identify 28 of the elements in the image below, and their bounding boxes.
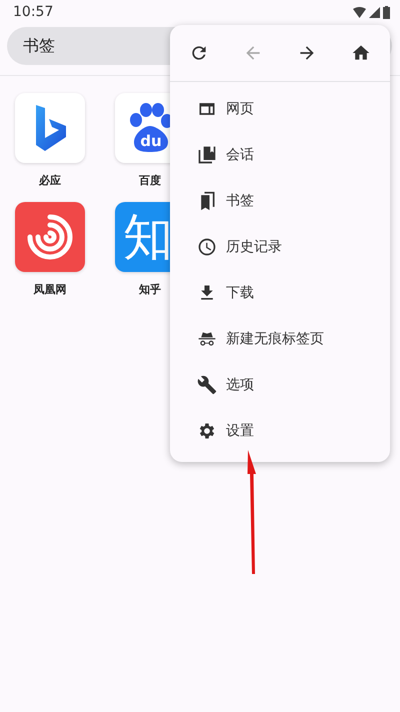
menu-item[interactable]: 设置	[170, 408, 390, 454]
shortcut-label: 知乎	[139, 282, 161, 297]
clock-icon	[197, 237, 217, 257]
signal-icon	[369, 6, 380, 18]
menu-item[interactable]: 选项	[170, 362, 390, 408]
logo-text: 知	[123, 206, 173, 268]
settings-icon	[197, 421, 217, 441]
menu-item-label: 新建无痕标签页	[226, 330, 324, 348]
battery-icon	[383, 6, 390, 18]
menu-item-label: 历史记录	[226, 238, 282, 256]
menu-item-label: 下载	[226, 284, 254, 302]
menu-item-label: 会话	[226, 146, 254, 164]
wrench-icon	[197, 375, 217, 395]
swirl-logo[interactable]	[15, 202, 85, 272]
logo-text: du	[140, 132, 162, 150]
sessions-icon	[197, 145, 217, 165]
menu-item-label: 选项	[226, 376, 254, 394]
menu-item-label: 网页	[226, 100, 254, 118]
menu-item[interactable]: 新建无痕标签页	[170, 316, 390, 362]
bing-logo[interactable]	[15, 93, 85, 163]
wifi-icon	[353, 6, 366, 18]
shortcut-label: 凤凰网	[34, 282, 66, 297]
menu-item-label: 书签	[226, 192, 254, 210]
shortcut-label: 必应	[39, 173, 61, 188]
menu-item[interactable]: 下载	[170, 270, 390, 316]
menu-item-label: 设置	[226, 422, 254, 440]
status-time: 10:57	[13, 4, 54, 20]
shortcut-label: 百度	[139, 173, 161, 188]
